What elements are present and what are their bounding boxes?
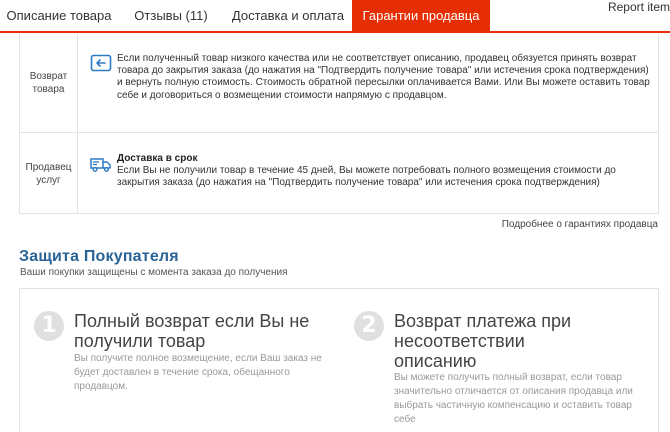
number-two-icon: 2: [354, 311, 384, 341]
tab-reviews[interactable]: Отзывы (11): [118, 0, 224, 31]
protection-cards: 1 Полный возврат если Вы не получили тов…: [19, 288, 659, 432]
more-guarantees-link[interactable]: Подробнее о гарантиях продавца: [502, 219, 658, 230]
guarantees-table: Возврат товара Если полученный товар низ…: [19, 34, 659, 214]
guarantee-row-return: Возврат товара Если полученный товар низ…: [20, 34, 658, 133]
buyer-protection-subtitle: Ваши покупки защищены с момента заказа д…: [20, 267, 288, 278]
tab-description[interactable]: Описание товара: [0, 0, 118, 31]
guarantee-label-seller: Продавец услуг: [20, 133, 78, 214]
card-title: Возврат платежа при несоответствии описа…: [394, 311, 572, 371]
product-tabs: Описание товара Отзывы (11) Доставка и о…: [0, 0, 670, 33]
guarantee-desc-delivery: Если Вы не получили товар в течение 45 д…: [117, 165, 616, 189]
return-icon: [90, 54, 112, 72]
guarantee-text-return: Если полученный товар низкого качества и…: [117, 53, 650, 101]
guarantee-label-return: Возврат товара: [20, 34, 78, 132]
guarantee-text-delivery: Доставка в срок Если Вы не получили това…: [117, 153, 654, 190]
tab-shipping-payment[interactable]: Доставка и оплата: [224, 0, 352, 31]
number-one-icon: 1: [34, 311, 64, 341]
report-item-link[interactable]: Report item: [608, 0, 670, 14]
buyer-protection-title: Защита Покупателя: [19, 248, 179, 265]
delivery-truck-icon: [90, 158, 111, 172]
guarantee-title-delivery: Доставка в срок: [117, 153, 198, 164]
tab-seller-guarantees[interactable]: Гарантии продавца: [352, 0, 490, 31]
card-description: Вы получите полное возмещение, если Ваш …: [74, 353, 322, 392]
card-title: Полный возврат если Вы не получили товар: [74, 311, 310, 351]
card-description: Вы можете получить полный возврат, если …: [394, 372, 633, 425]
guarantee-row-delivery: Продавец услуг Доставка в срок Если Вы н…: [20, 133, 658, 214]
